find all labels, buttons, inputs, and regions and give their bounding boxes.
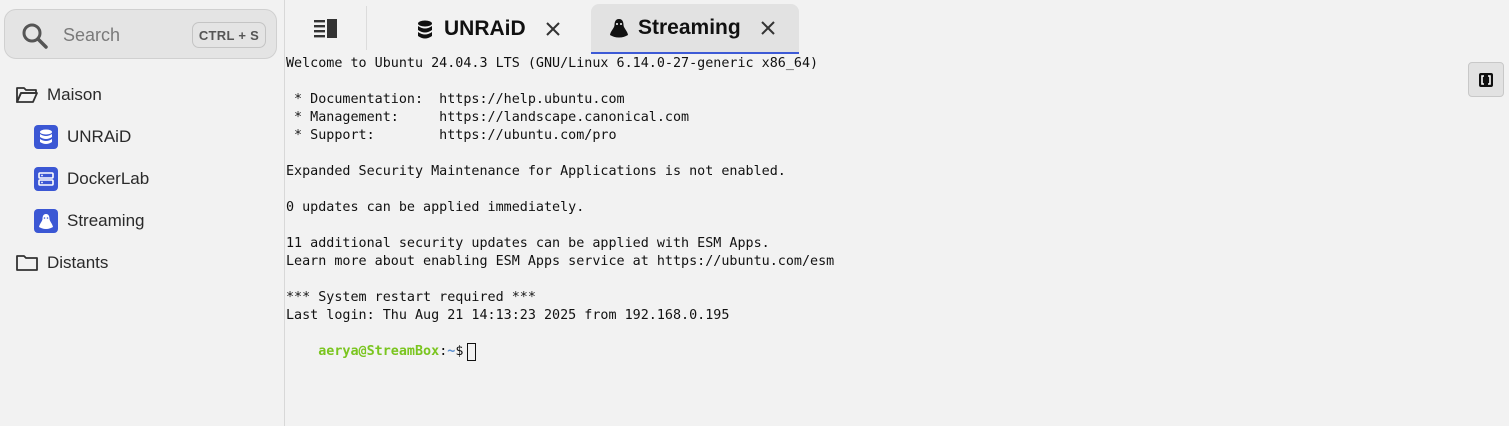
terminal-line: *** System restart required ***: [286, 290, 536, 305]
linux-tux-icon: [34, 209, 58, 233]
sidebar-host-streaming[interactable]: Streaming: [34, 207, 144, 235]
sidebar-layout-icon: [314, 19, 337, 38]
tab-divider: [366, 6, 367, 50]
terminal-line: * Support: https://ubuntu.com/pro: [286, 128, 617, 143]
folder-icon: [16, 255, 38, 271]
sidebar-group-label: Maison: [47, 85, 102, 104]
terminal-line: 0 updates can be applied immediately.: [286, 200, 585, 215]
terminal-line: * Documentation: https://help.ubuntu.com: [286, 92, 625, 107]
database-icon: [34, 125, 58, 149]
terminal-line: * Management: https://landscape.canonica…: [286, 110, 690, 125]
folder-open-icon: [16, 87, 38, 103]
terminal-line: Welcome to Ubuntu 24.04.3 LTS (GNU/Linux…: [286, 56, 819, 71]
database-icon: [414, 18, 436, 40]
tab-streaming[interactable]: Streaming: [591, 4, 799, 54]
terminal-prompt: aerya@StreamBox:~$: [286, 325, 1509, 361]
toggle-sidebar-button[interactable]: [310, 14, 342, 42]
terminal-output[interactable]: Welcome to Ubuntu 24.04.3 LTS (GNU/Linux…: [286, 55, 1509, 426]
sidebar-group-maison[interactable]: Maison: [16, 81, 102, 109]
terminal-line: 11 additional security updates can be ap…: [286, 236, 770, 251]
search-icon: [22, 23, 48, 49]
terminal-toolbar-button[interactable]: [1468, 62, 1504, 97]
tab-label: Streaming: [638, 16, 741, 39]
sidebar-host-dockerlab[interactable]: DockerLab: [34, 165, 149, 193]
tab-unraid[interactable]: UNRAiD: [414, 4, 564, 54]
brackets-icon: [1479, 72, 1493, 87]
tab-label: UNRAiD: [444, 17, 526, 40]
prompt-user-host: aerya@StreamBox: [318, 344, 440, 359]
tab-bar: UNRAiD Streaming: [286, 0, 1509, 54]
terminal-line: Last login: Thu Aug 21 14:13:23 2025 fro…: [286, 308, 730, 323]
sidebar-group-distants[interactable]: Distants: [16, 249, 108, 277]
terminal-lines: Welcome to Ubuntu 24.04.3 LTS (GNU/Linux…: [286, 55, 1509, 325]
search-shortcut-badge: CTRL + S: [192, 22, 266, 48]
sidebar-host-label: UNRAiD: [67, 127, 132, 146]
sidebar-host-label: DockerLab: [67, 169, 150, 188]
terminal-cursor: [467, 343, 477, 361]
close-icon[interactable]: [757, 17, 779, 39]
sidebar-group-label: Distants: [47, 253, 109, 272]
terminal-line: Learn more about enabling ESM Apps servi…: [286, 254, 835, 269]
linux-tux-icon: [608, 17, 630, 39]
prompt-symbol: $: [455, 344, 464, 359]
close-icon[interactable]: [542, 18, 564, 40]
sidebar-host-label: Streaming: [67, 211, 145, 230]
server-icon: [34, 167, 58, 191]
search-box[interactable]: CTRL + S: [4, 9, 277, 59]
terminal-line: Expanded Security Maintenance for Applic…: [286, 164, 786, 179]
sidebar: CTRL + S Maison UNRAiD DockerLab: [0, 0, 285, 426]
search-input[interactable]: [63, 22, 183, 48]
sidebar-host-unraid[interactable]: UNRAiD: [34, 123, 131, 151]
